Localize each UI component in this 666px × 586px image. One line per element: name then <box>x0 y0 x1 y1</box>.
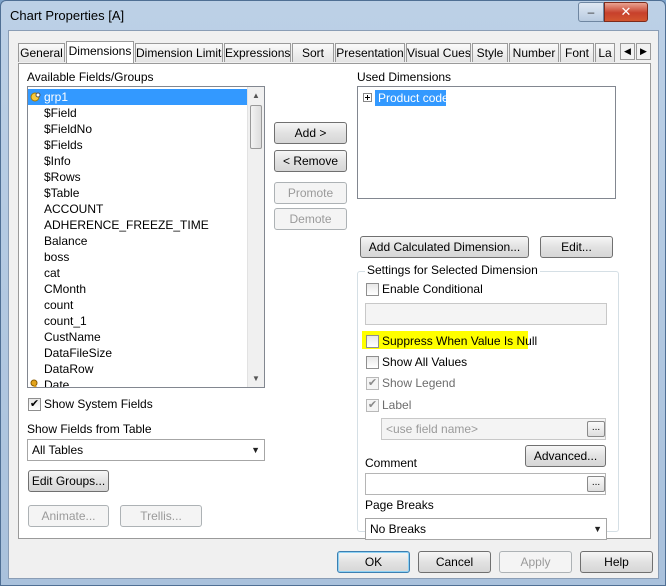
settings-title: Settings for Selected Dimension <box>365 263 540 277</box>
list-item[interactable]: ADHERENCE_FREEZE_TIME <box>28 217 209 233</box>
list-item[interactable]: count <box>28 297 73 313</box>
edit-groups-button[interactable]: Edit Groups... <box>28 470 109 492</box>
show-all-values-label: Show All Values <box>382 355 468 369</box>
scroll-up-icon[interactable]: ▲ <box>248 87 264 104</box>
tab-font[interactable]: Font <box>560 43 594 62</box>
available-fields-list[interactable]: grp1 $Field $FieldNo $Fields $Info $Rows… <box>27 86 265 388</box>
list-item[interactable]: $Fields <box>28 137 83 153</box>
minimize-icon: ‒ <box>587 5 595 19</box>
list-item[interactable]: CMonth <box>28 281 86 297</box>
key-icon <box>30 379 40 387</box>
tab-presentation[interactable]: Presentation <box>335 43 405 62</box>
scroll-down-icon[interactable]: ▼ <box>248 370 264 387</box>
list-item[interactable]: DataFileSize <box>28 345 112 361</box>
list-item[interactable]: $Info <box>28 153 71 169</box>
page-breaks-label: Page Breaks <box>365 498 434 512</box>
promote-button[interactable]: Promote <box>274 182 347 204</box>
scroll-thumb[interactable] <box>250 105 262 149</box>
table-select[interactable]: All Tables ▼ <box>27 439 265 461</box>
list-item[interactable]: ACCOUNT <box>28 201 103 217</box>
minimize-button[interactable]: ‒ <box>578 2 604 22</box>
used-dimensions-list[interactable]: Product code <box>357 86 616 199</box>
tab-sort[interactable]: Sort <box>292 43 334 62</box>
list-item[interactable]: CustName <box>28 329 101 345</box>
demote-button[interactable]: Demote <box>274 208 347 230</box>
list-item[interactable]: grp1 <box>28 89 247 105</box>
fields-scrollbar[interactable]: ▲ ▼ <box>247 87 264 387</box>
animate-button[interactable]: Animate... <box>28 505 109 527</box>
window-title: Chart Properties [A] <box>10 8 125 23</box>
close-button[interactable]: ✕ <box>604 2 648 22</box>
show-fields-from-table-label: Show Fields from Table <box>27 422 152 436</box>
add-button[interactable]: Add > <box>274 122 347 144</box>
label-checkbox[interactable]: ✔ <box>366 399 379 412</box>
available-fields-label: Available Fields/Groups <box>27 70 154 84</box>
apply-button[interactable]: Apply <box>499 551 572 573</box>
show-system-fields-label: Show System Fields <box>44 397 153 411</box>
conditional-expression-field[interactable] <box>365 303 607 325</box>
label-ellipsis-button[interactable]: ... <box>587 421 605 437</box>
suppress-null-label: Suppress When Value Is Null <box>382 334 538 348</box>
tab-number[interactable]: Number <box>509 43 559 62</box>
comment-label: Comment <box>365 456 418 470</box>
title-bar[interactable]: Chart Properties [A] ‒ ✕ <box>1 1 665 29</box>
tab-dimension-limits[interactable]: Dimension Limits <box>135 43 223 62</box>
tab-strip: General Dimensions Dimension Limits Expr… <box>18 41 651 63</box>
dialog-window: Chart Properties [A] ‒ ✕ General Dimensi… <box>0 0 666 586</box>
show-all-values-checkbox[interactable] <box>366 356 379 369</box>
suppress-null-checkbox[interactable] <box>366 335 379 348</box>
edit-dimension-button[interactable]: Edit... <box>540 236 613 258</box>
show-legend-checkbox[interactable]: ✔ <box>366 377 379 390</box>
tab-layout[interactable]: La <box>595 43 615 62</box>
ok-button[interactable]: OK <box>337 551 410 573</box>
close-icon: ✕ <box>620 4 632 19</box>
list-item[interactable]: Balance <box>28 233 87 249</box>
cancel-button[interactable]: Cancel <box>418 551 491 573</box>
list-item[interactable]: $Rows <box>28 169 81 185</box>
list-item[interactable]: boss <box>28 249 69 265</box>
tab-general[interactable]: General <box>18 43 65 62</box>
enable-conditional-label: Enable Conditional <box>382 282 483 296</box>
tab-style[interactable]: Style <box>472 43 508 62</box>
list-item[interactable]: Product code <box>375 90 449 106</box>
remove-button[interactable]: < Remove <box>274 150 347 172</box>
tab-scroll-left-icon[interactable]: ◀ <box>620 43 635 60</box>
list-item[interactable]: cat <box>28 265 60 281</box>
trellis-button[interactable]: Trellis... <box>120 505 202 527</box>
list-item[interactable]: count_1 <box>28 313 87 329</box>
list-item[interactable]: $FieldNo <box>28 121 92 137</box>
label-checkbox-label: Label <box>382 398 412 412</box>
comment-field[interactable] <box>365 473 606 495</box>
enable-conditional-checkbox[interactable] <box>366 283 379 296</box>
expand-icon[interactable] <box>363 93 372 102</box>
list-item[interactable]: $Field <box>28 105 77 121</box>
advanced-button[interactable]: Advanced... <box>525 445 606 467</box>
tab-expressions[interactable]: Expressions <box>224 43 291 62</box>
used-dimensions-label: Used Dimensions <box>357 70 452 84</box>
show-legend-label: Show Legend <box>382 376 456 390</box>
add-calculated-dimension-button[interactable]: Add Calculated Dimension... <box>360 236 529 258</box>
label-field-placeholder: <use field name> <box>386 422 479 436</box>
group-icon <box>30 92 41 102</box>
help-button[interactable]: Help <box>580 551 653 573</box>
dimensions-panel: Available Fields/Groups grp1 $Field $Fie… <box>18 63 651 540</box>
list-item[interactable]: DataRow <box>28 361 93 377</box>
show-system-fields-checkbox[interactable]: ✔ <box>28 398 41 411</box>
tab-visual-cues[interactable]: Visual Cues <box>406 43 471 62</box>
comment-ellipsis-button[interactable]: ... <box>587 476 605 492</box>
tab-dimensions[interactable]: Dimensions <box>66 41 134 63</box>
label-field[interactable]: <use field name> <box>381 418 606 440</box>
page-breaks-select[interactable]: No Breaks ▼ <box>365 518 607 540</box>
chevron-down-icon: ▼ <box>251 445 260 455</box>
tab-scroll-right-icon[interactable]: ▶ <box>636 43 651 60</box>
dialog-client: General Dimensions Dimension Limits Expr… <box>8 30 659 579</box>
list-item[interactable]: $Table <box>28 185 79 201</box>
chevron-down-icon: ▼ <box>593 524 602 534</box>
